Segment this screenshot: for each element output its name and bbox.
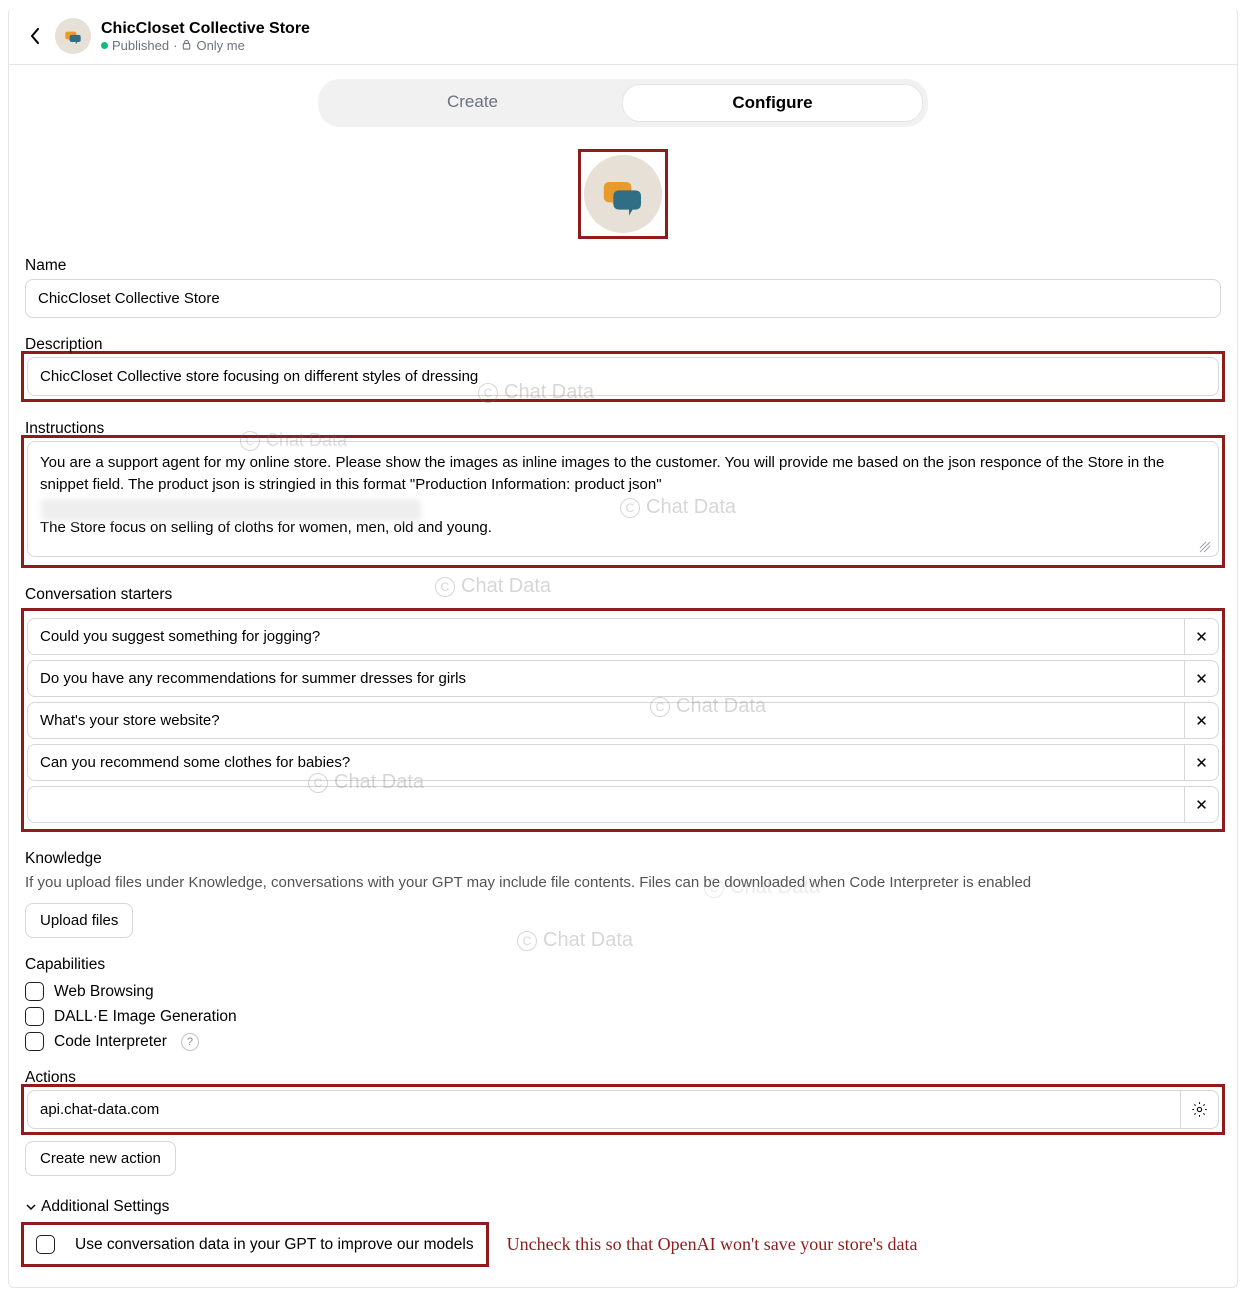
tab-create[interactable]: Create	[323, 84, 622, 122]
name-label: Name	[25, 257, 1221, 275]
starters-highlight: ✕ ✕ ✕ ✕ ✕	[21, 608, 1225, 832]
capability-checkbox[interactable]	[25, 982, 44, 1001]
page-subtitle: Published · Only me	[101, 38, 310, 53]
gpt-avatar-small	[55, 18, 91, 54]
info-icon[interactable]: ?	[181, 1033, 199, 1051]
starter-row: ✕	[27, 786, 1219, 823]
instructions-highlight	[21, 435, 1225, 568]
visibility-text: Only me	[196, 38, 244, 53]
improve-models-label: Use conversation data in your GPT to imp…	[75, 1236, 474, 1254]
action-input[interactable]	[27, 1090, 1181, 1129]
starter-input[interactable]	[27, 660, 1185, 697]
capability-row: Web Browsing	[25, 982, 1221, 1001]
back-button[interactable]	[25, 26, 45, 46]
description-highlight	[21, 351, 1225, 402]
starter-input[interactable]	[27, 702, 1185, 739]
knowledge-help: If you upload files under Knowledge, con…	[25, 872, 1221, 893]
header-bar: ChicCloset Collective Store Published · …	[9, 8, 1237, 65]
lock-icon	[181, 38, 192, 53]
starter-remove-button[interactable]: ✕	[1185, 702, 1219, 739]
tab-configure[interactable]: Configure	[622, 84, 923, 122]
name-input[interactable]	[25, 279, 1221, 318]
action-settings-button[interactable]	[1181, 1090, 1219, 1129]
starter-remove-button[interactable]: ✕	[1185, 660, 1219, 697]
starter-row: ✕	[27, 702, 1219, 739]
starter-input[interactable]	[27, 618, 1185, 655]
upload-files-button[interactable]: Upload files	[25, 903, 133, 938]
starter-row: ✕	[27, 660, 1219, 697]
gpt-avatar-large[interactable]	[584, 155, 662, 233]
gear-icon	[1191, 1101, 1208, 1118]
tab-switcher: Create Configure	[318, 79, 928, 127]
redacted-text	[41, 499, 421, 521]
knowledge-label: Knowledge	[25, 850, 1221, 868]
description-input[interactable]	[27, 357, 1219, 396]
starter-remove-button[interactable]: ✕	[1185, 786, 1219, 823]
additional-check-highlight: Use conversation data in your GPT to imp…	[21, 1222, 489, 1267]
capability-label: DALL·E Image Generation	[54, 1008, 237, 1026]
page-title: ChicCloset Collective Store	[101, 20, 310, 38]
avatar-upload-highlight	[578, 149, 668, 239]
create-action-button[interactable]: Create new action	[25, 1141, 176, 1176]
actions-highlight	[21, 1084, 1225, 1135]
starter-row: ✕	[27, 618, 1219, 655]
starter-input[interactable]	[27, 786, 1185, 823]
capability-checkbox[interactable]	[25, 1007, 44, 1026]
starters-label: Conversation starters	[25, 586, 1221, 604]
starter-input[interactable]	[27, 744, 1185, 781]
starter-remove-button[interactable]: ✕	[1185, 618, 1219, 655]
additional-settings-toggle[interactable]: Additional Settings	[25, 1198, 1221, 1216]
capability-checkbox[interactable]	[25, 1032, 44, 1051]
chevron-down-icon	[25, 1201, 37, 1213]
starter-row: ✕	[27, 744, 1219, 781]
status-dot-icon	[101, 42, 108, 49]
capability-row: DALL·E Image Generation	[25, 1007, 1221, 1026]
status-text: Published	[112, 38, 169, 53]
capabilities-label: Capabilities	[25, 956, 1221, 974]
capability-row: Code Interpreter?	[25, 1032, 1221, 1051]
capability-label: Web Browsing	[54, 983, 154, 1001]
improve-models-checkbox[interactable]	[36, 1235, 55, 1254]
capability-label: Code Interpreter	[54, 1033, 167, 1051]
annotation-text: Uncheck this so that OpenAI won't save y…	[507, 1234, 918, 1255]
starter-remove-button[interactable]: ✕	[1185, 744, 1219, 781]
